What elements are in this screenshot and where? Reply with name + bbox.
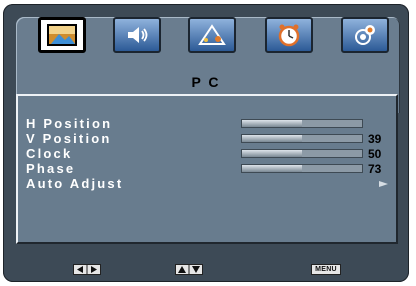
slider-fill (242, 150, 302, 157)
slider-fill (242, 135, 302, 142)
options-icon (355, 25, 375, 45)
menu-item-h-position[interactable]: H Position (26, 116, 112, 131)
menu-item-label: Auto Adjust (26, 176, 124, 191)
clock-icon (278, 24, 300, 47)
slider-fill (242, 165, 302, 172)
picture-icon (47, 24, 77, 46)
phase-slider[interactable] (241, 164, 363, 173)
speaker-icon (128, 27, 148, 43)
menu-item-label: V Position (26, 131, 112, 146)
tab-picture[interactable] (38, 17, 86, 53)
clock-value: 50 (368, 147, 382, 161)
osd-menu: P C H Position V Position 39 Clock 50 Ph… (3, 4, 409, 282)
tab-options[interactable] (341, 17, 389, 53)
arrow-up-icon (178, 266, 186, 273)
tab-time[interactable] (265, 17, 313, 53)
menu-item-phase[interactable]: Phase (26, 161, 75, 176)
up-down-hint (175, 264, 203, 275)
slider-fill (242, 120, 302, 127)
menu-item-label: H Position (26, 116, 113, 131)
menu-item-label: Phase (26, 161, 76, 176)
left-right-hint (73, 264, 101, 275)
tab-audio[interactable] (113, 17, 161, 53)
tab-setup[interactable] (188, 17, 236, 53)
arrow-down-icon (192, 266, 200, 273)
menu-item-auto-adjust[interactable]: Auto Adjust (26, 176, 123, 191)
h-position-slider[interactable] (241, 119, 363, 128)
menu-item-label: Clock (26, 146, 73, 161)
phase-value: 73 (368, 162, 382, 176)
clock-slider[interactable] (241, 149, 363, 158)
arrow-right-icon (91, 266, 97, 273)
settings-panel: H Position V Position 39 Clock 50 Phase … (16, 94, 398, 244)
menu-label: MENU (315, 266, 337, 273)
page-title: P C (191, 74, 221, 90)
menu-item-clock[interactable]: Clock (26, 146, 72, 161)
v-position-slider[interactable] (241, 134, 363, 143)
arrow-right-icon[interactable] (379, 181, 388, 187)
menu-item-v-position[interactable]: V Position (26, 131, 112, 146)
v-position-value: 39 (368, 132, 382, 146)
setup-icon (198, 24, 226, 45)
menu-hint: MENU (311, 264, 341, 275)
